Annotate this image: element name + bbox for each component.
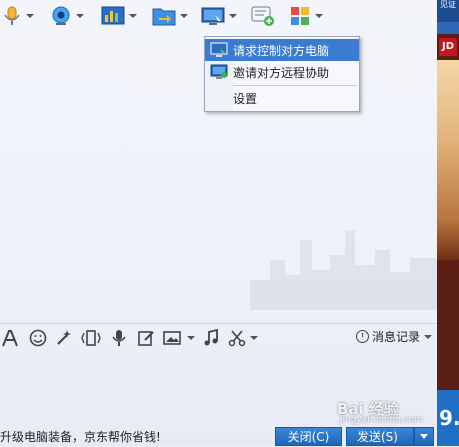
menu-item-label: 邀请对方远程协助 [233,65,330,80]
menu-item-label: 请求控制对方电脑 [233,43,330,58]
ad-text-link[interactable]: 升级电脑装备，京东帮你省钱! [0,428,161,445]
chevron-down-icon [424,334,433,339]
magic-button[interactable] [55,328,73,348]
music-icon [204,329,218,346]
remote-desktop-button[interactable] [201,4,237,28]
send-options-button[interactable] [414,427,434,446]
image-button[interactable] [163,328,195,348]
app-share-icon [101,6,125,25]
chevron-down-icon [180,14,188,18]
send-button[interactable]: 发送(S) [346,427,414,446]
file-transfer-icon [152,8,176,26]
emoji-icon [29,329,47,347]
screenshot-button[interactable] [228,328,258,348]
vibrate-icon [81,330,101,346]
music-button[interactable] [203,328,219,348]
menu-item-settings[interactable]: 设置 [205,87,359,109]
edit-icon [138,331,154,346]
font-icon [2,330,18,347]
message-add-icon [251,6,274,26]
edit-button[interactable] [137,328,155,348]
input-divider [0,323,437,324]
apps-grid-icon [291,7,309,25]
camera-icon [52,6,70,25]
chevron-down-icon [315,14,323,18]
emoji-button[interactable] [29,328,47,348]
watermark-url: jingyan.baidu.com [340,415,424,425]
chat-toolbar [0,0,437,32]
chevron-down-icon [129,14,137,18]
skyline-decoration [250,230,437,310]
remote-control-icon [205,39,233,61]
close-button[interactable]: 关闭(C) [275,427,342,446]
voice-icon [112,330,126,346]
ad-top-text: 见证 [437,0,459,22]
ad-bottom-text: 9. [437,390,459,446]
ad-stripe [437,22,459,34]
magic-wand-icon [57,330,71,345]
file-transfer-button[interactable] [152,4,188,28]
side-ad-banner[interactable]: 见证 JD 9. [437,0,459,446]
chevron-down-icon [420,434,428,439]
image-icon [163,331,181,345]
menu-item-label: 设置 [233,91,258,106]
app-share-button[interactable] [101,4,137,28]
chevron-down-icon [250,336,258,340]
chevron-down-icon [187,336,195,340]
menu-item-invite-assist[interactable]: 邀请对方远程协助 [205,61,359,83]
voice-message-button[interactable] [111,328,127,348]
screenshot-icon [228,330,246,347]
video-call-button[interactable] [50,4,84,28]
chevron-down-icon [229,14,237,18]
message-history-button[interactable]: 消息记录 [356,328,433,345]
voice-call-button[interactable] [2,4,34,28]
chevron-down-icon [76,14,84,18]
menu-item-request-control[interactable]: 请求控制对方电脑 [205,39,359,61]
apps-button[interactable] [289,4,323,28]
jd-logo: JD [439,38,457,56]
menu-divider [233,85,357,86]
microphone-icon [4,6,20,25]
chevron-down-icon [26,14,34,18]
message-history-label: 消息记录 [372,330,421,344]
send-message-button[interactable] [251,4,275,28]
remote-assist-menu: 请求控制对方电脑 邀请对方远程协助 设置 [204,36,360,112]
remote-assist-icon [205,61,233,83]
ad-image [437,60,459,260]
clock-icon [356,330,369,343]
font-button[interactable] [2,328,18,348]
remote-desktop-icon [201,7,225,25]
chat-window: 请求控制对方电脑 邀请对方远程协助 设置 消息记录 升级电脑装备，京东帮你省钱!… [0,0,437,446]
vibrate-button[interactable] [81,328,101,348]
